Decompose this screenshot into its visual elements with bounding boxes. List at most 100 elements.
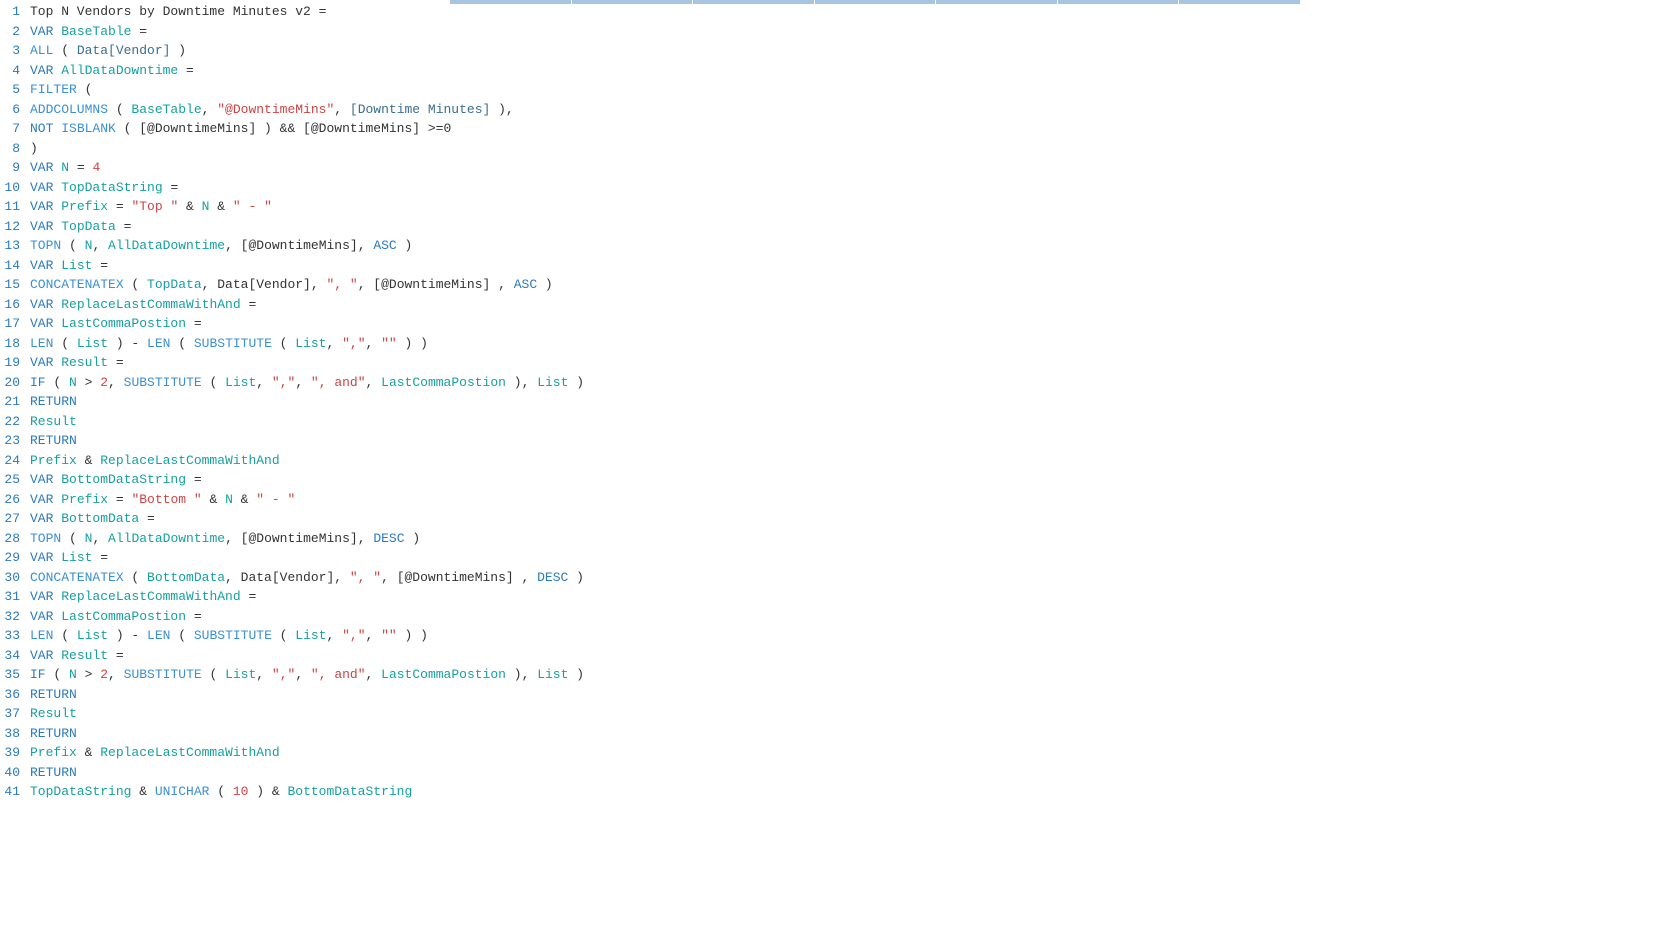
token-str: ", " [326,277,357,292]
token-txt: , [256,667,272,682]
token-id: AllDataDowntime [108,531,225,546]
code-content[interactable]: Top N Vendors by Downtime Minutes v2 = V… [26,0,1680,804]
code-line[interactable]: TOPN ( N, AllDataDowntime, [@DowntimeMin… [30,529,1676,549]
code-line[interactable]: RETURN [30,685,1676,705]
code-line[interactable]: VAR TopData = [30,217,1676,237]
code-line[interactable]: ADDCOLUMNS ( BaseTable, "@DowntimeMins",… [30,100,1676,120]
token-txt: & [209,199,232,214]
code-line[interactable]: ) [30,139,1676,159]
code-line[interactable]: RETURN [30,763,1676,783]
code-line[interactable]: VAR ReplaceLastCommaWithAnd = [30,587,1676,607]
line-number: 32 [2,607,20,627]
line-number: 29 [2,548,20,568]
token-txt: = [186,609,202,624]
line-number: 40 [2,763,20,783]
code-line[interactable]: VAR Prefix = "Bottom " & N & " - " [30,490,1676,510]
code-line[interactable]: ALL ( Data[Vendor] ) [30,41,1676,61]
token-txt: ) - [108,628,147,643]
code-line[interactable]: RETURN [30,724,1676,744]
token-fn: CONCATENATEX [30,277,124,292]
code-line[interactable]: NOT ISBLANK ( [@DowntimeMins] ) && [@Dow… [30,119,1676,139]
token-id: LastCommaPostion [381,375,506,390]
code-line[interactable]: VAR Prefix = "Top " & N & " - " [30,197,1676,217]
code-line[interactable]: Result [30,412,1676,432]
token-kw: RETURN [30,726,77,741]
token-fn: UNICHAR [155,784,210,799]
token-id: BaseTable [131,102,201,117]
token-kw: NOT [30,121,61,136]
code-line[interactable]: VAR BaseTable = [30,22,1676,42]
code-line[interactable]: VAR AllDataDowntime = [30,61,1676,81]
token-txt: ) [30,141,38,156]
token-id: Prefix [61,492,108,507]
code-line[interactable]: VAR LastCommaPostion = [30,607,1676,627]
token-txt: & [233,492,256,507]
token-kw: RETURN [30,433,77,448]
token-kw: ASC [514,277,537,292]
code-line[interactable]: FILTER ( [30,80,1676,100]
token-id: List [61,550,92,565]
line-number: 33 [2,626,20,646]
token-txt: ( [272,628,295,643]
code-line[interactable]: VAR Result = [30,353,1676,373]
code-line[interactable]: RETURN [30,392,1676,412]
line-number: 25 [2,470,20,490]
code-line[interactable]: VAR BottomData = [30,509,1676,529]
code-line[interactable]: VAR LastCommaPostion = [30,314,1676,334]
token-col: [Downtime Minutes] [350,102,490,117]
token-id: TopData [61,219,116,234]
line-number: 17 [2,314,20,334]
code-line[interactable]: VAR ReplaceLastCommaWithAnd = [30,295,1676,315]
token-txt: , [327,336,343,351]
token-id: BottomDataString [61,472,186,487]
code-line[interactable]: Prefix & ReplaceLastCommaWithAnd [30,451,1676,471]
token-txt: ( [53,628,76,643]
line-number: 7 [2,119,20,139]
code-line[interactable]: CONCATENATEX ( TopData, Data[Vendor], ",… [30,275,1676,295]
line-number: 39 [2,743,20,763]
token-txt: ) [405,531,421,546]
code-line[interactable]: IF ( N > 2, SUBSTITUTE ( List, ",", ", a… [30,665,1676,685]
token-txt: = [241,589,257,604]
token-id: BottomDataString [287,784,412,799]
token-id: ReplaceLastCommaWithAnd [100,453,279,468]
code-line[interactable]: VAR List = [30,256,1676,276]
code-editor[interactable]: 1234567891011121314151617181920212223242… [0,0,1680,804]
code-line[interactable]: LEN ( List ) - LEN ( SUBSTITUTE ( List, … [30,334,1676,354]
code-line[interactable]: VAR BottomDataString = [30,470,1676,490]
code-line[interactable]: Result [30,704,1676,724]
token-txt: ) [537,277,553,292]
line-number: 36 [2,685,20,705]
code-line[interactable]: VAR N = 4 [30,158,1676,178]
code-line[interactable]: LEN ( List ) - LEN ( SUBSTITUTE ( List, … [30,626,1676,646]
line-number: 8 [2,139,20,159]
token-str: "," [272,375,295,390]
token-txt: ( [61,238,84,253]
token-txt: ) & [248,784,287,799]
token-kw: VAR [30,63,61,78]
token-id: ReplaceLastCommaWithAnd [61,589,240,604]
token-fn: LEN [147,336,170,351]
code-line[interactable]: Top N Vendors by Downtime Minutes v2 = [30,2,1676,22]
code-line[interactable]: TopDataString & UNICHAR ( 10 ) & BottomD… [30,782,1676,802]
code-line[interactable]: IF ( N > 2, SUBSTITUTE ( List, ",", ", a… [30,373,1676,393]
token-str: "@DowntimeMins" [217,102,334,117]
code-line[interactable]: VAR Result = [30,646,1676,666]
token-kw: VAR [30,492,61,507]
token-txt: = [186,472,202,487]
token-fn: ADDCOLUMNS [30,102,108,117]
code-line[interactable]: CONCATENATEX ( BottomData, Data[Vendor],… [30,568,1676,588]
token-id: TopDataString [30,784,131,799]
token-id: N [225,492,233,507]
token-fn: LEN [30,628,53,643]
code-line[interactable]: TOPN ( N, AllDataDowntime, [@DowntimeMin… [30,236,1676,256]
code-line[interactable]: RETURN [30,431,1676,451]
token-fn: LEN [30,336,53,351]
code-line[interactable]: VAR List = [30,548,1676,568]
token-txt: & [77,745,100,760]
code-line[interactable]: VAR TopDataString = [30,178,1676,198]
token-str: "Bottom " [131,492,201,507]
code-line[interactable]: Prefix & ReplaceLastCommaWithAnd [30,743,1676,763]
token-txt: = [131,24,147,39]
token-id: N [69,667,77,682]
